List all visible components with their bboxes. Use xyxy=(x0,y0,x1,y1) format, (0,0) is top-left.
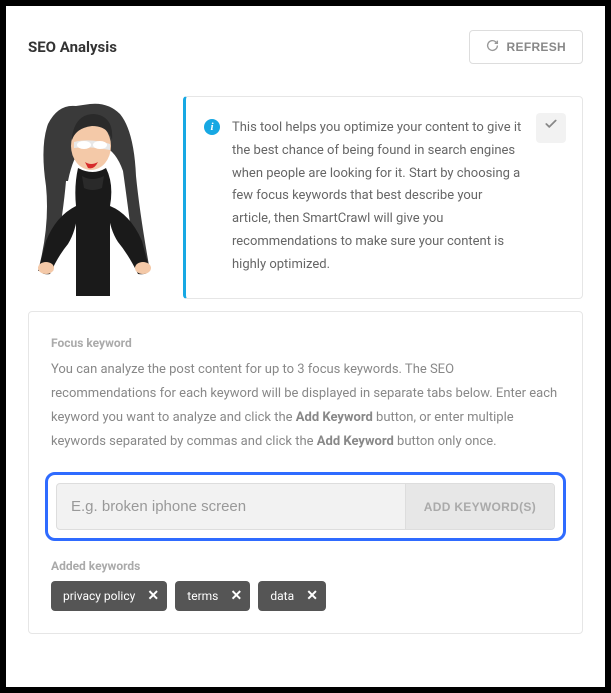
keyword-tag[interactable]: terms ✕ xyxy=(175,581,250,611)
close-icon: ✕ xyxy=(147,588,159,604)
check-icon xyxy=(544,117,558,140)
keyword-input-row: ADD KEYWORD(S) xyxy=(56,483,555,530)
panel-header: SEO Analysis REFRESH xyxy=(28,30,583,64)
keyword-input[interactable] xyxy=(57,484,405,529)
add-keyword-button[interactable]: ADD KEYWORD(S) xyxy=(405,484,554,529)
remove-tag-button[interactable]: ✕ xyxy=(222,581,250,611)
info-icon: i xyxy=(204,119,220,135)
refresh-button[interactable]: REFRESH xyxy=(469,30,583,64)
page-title: SEO Analysis xyxy=(28,38,117,56)
tag-label: privacy policy xyxy=(63,589,135,603)
remove-tag-button[interactable]: ✕ xyxy=(298,581,326,611)
focus-keyword-section: Focus keyword You can analyze the post c… xyxy=(28,311,583,634)
refresh-label: REFRESH xyxy=(507,40,566,54)
dismiss-button[interactable] xyxy=(536,113,566,143)
keyword-tag[interactable]: data ✕ xyxy=(258,581,326,611)
refresh-icon xyxy=(486,39,499,55)
close-icon: ✕ xyxy=(306,588,318,604)
added-keywords-label: Added keywords xyxy=(51,559,560,573)
tag-label: terms xyxy=(187,589,218,603)
info-text: This tool helps you optimize your conten… xyxy=(232,117,560,276)
remove-tag-button[interactable]: ✕ xyxy=(139,581,167,611)
focus-keyword-label: Focus keyword xyxy=(51,336,560,350)
tag-label: data xyxy=(270,589,294,603)
info-notice: i This tool helps you optimize your cont… xyxy=(183,96,583,299)
seo-analysis-panel: SEO Analysis REFRESH xyxy=(6,6,605,687)
close-icon: ✕ xyxy=(231,588,243,604)
focus-keyword-description: You can analyze the post content for up … xyxy=(51,358,560,454)
keyword-tag[interactable]: privacy policy ✕ xyxy=(51,581,167,611)
avatar xyxy=(28,96,163,301)
keyword-tags: privacy policy ✕ terms ✕ data ✕ xyxy=(51,581,560,611)
keyword-input-highlight: ADD KEYWORD(S) xyxy=(45,472,566,541)
